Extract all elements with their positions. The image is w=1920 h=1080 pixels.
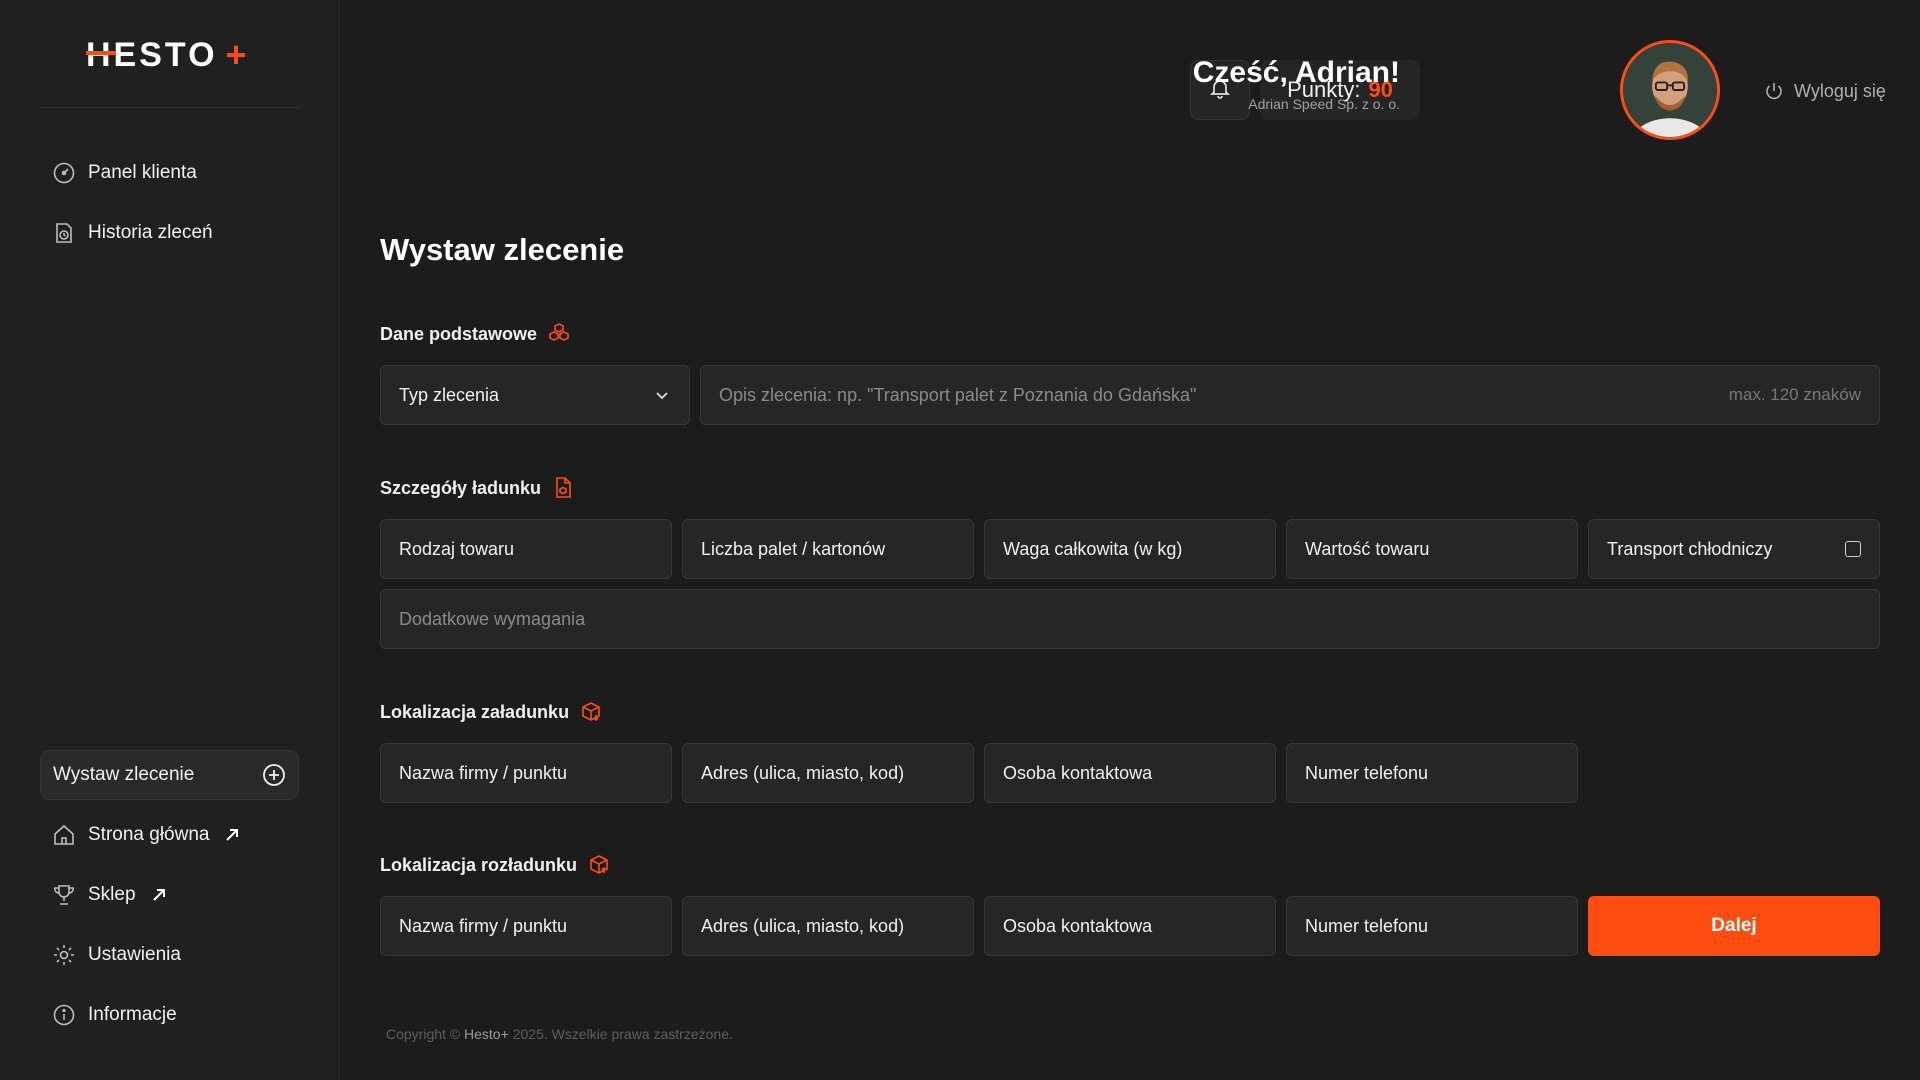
sidebar-item-label: Historia zleceń xyxy=(88,222,213,243)
field-label: Transport chłodniczy xyxy=(1607,538,1773,559)
gear-icon xyxy=(52,943,76,967)
order-description-input[interactable]: Opis zlecenia: np. "Transport palet z Po… xyxy=(700,365,1880,425)
field-label: Rodzaj towaru xyxy=(399,538,515,559)
gauge-icon xyxy=(52,161,76,185)
unloading-phone-input[interactable]: Numer telefonu xyxy=(1286,896,1578,956)
cargo-document-icon xyxy=(551,476,575,500)
sidebar-item-label: Ustawienia xyxy=(88,944,181,965)
sidebar-item-label: Wystaw zlecenie xyxy=(53,764,195,785)
loading-contact-input[interactable]: Osoba kontaktowa xyxy=(984,743,1276,803)
hesto-logo[interactable]: HESTO + xyxy=(86,34,250,75)
field-label: Osoba kontaktowa xyxy=(1003,915,1153,936)
home-icon xyxy=(52,823,76,847)
package-in-icon xyxy=(579,700,603,724)
order-type-select[interactable]: Typ zlecenia xyxy=(380,365,690,425)
cargo-type-input[interactable]: Rodzaj towaru xyxy=(380,519,672,579)
field-label: Osoba kontaktowa xyxy=(1003,762,1153,783)
plus-circle-icon xyxy=(262,763,286,787)
sidebar-item-label: Sklep xyxy=(88,884,136,905)
sidebar-item-label: Informacje xyxy=(88,1004,177,1025)
description-char-limit: max. 120 znaków xyxy=(1728,385,1861,404)
section-cargo-label: Szczegóły ładunku xyxy=(380,476,575,500)
description-placeholder: Opis zlecenia: np. "Transport palet z Po… xyxy=(719,384,1197,405)
sidebar-item-label: Panel klienta xyxy=(88,162,197,183)
field-label: Numer telefonu xyxy=(1305,762,1429,783)
company-name: Adrian Speed Sp. z o. o. xyxy=(1248,96,1400,112)
additional-requirements-placeholder: Dodatkowe wymagania xyxy=(399,608,586,629)
field-label: Waga całkowita (w kg) xyxy=(1003,538,1183,559)
sidebar-divider xyxy=(40,107,299,108)
additional-requirements-input[interactable]: Dodatkowe wymagania xyxy=(380,589,1880,649)
section-basic-label: Dane podstawowe xyxy=(380,322,571,346)
sidebar-item-sklep[interactable]: Sklep xyxy=(40,870,299,920)
unloading-contact-input[interactable]: Osoba kontaktowa xyxy=(984,896,1276,956)
sidebar-item-wystaw-zlecenie[interactable]: Wystaw zlecenie xyxy=(40,750,299,800)
chevron-down-icon xyxy=(653,386,671,404)
total-weight-input[interactable]: Waga całkowita (w kg) xyxy=(984,519,1276,579)
unloading-company-input[interactable]: Nazwa firmy / punktu xyxy=(380,896,672,956)
sidebar-item-informacje[interactable]: Informacje xyxy=(40,990,299,1040)
avatar[interactable] xyxy=(1620,40,1720,140)
package-out-icon xyxy=(587,853,611,877)
field-label: Adres (ulica, miasto, kod) xyxy=(701,915,905,936)
unloading-address-input[interactable]: Adres (ulica, miasto, kod) xyxy=(682,896,974,956)
user-greeting: Cześć, Adrian! Adrian Speed Sp. z o. o. xyxy=(1193,56,1400,112)
trophy-icon xyxy=(52,883,76,907)
sidebar: HESTO + Panel klienta Historia zleceń Wys… xyxy=(0,0,340,1080)
field-label: Numer telefonu xyxy=(1305,915,1429,936)
external-link-icon xyxy=(223,826,241,844)
refrigerated-checkbox[interactable] xyxy=(1845,541,1861,557)
loading-company-input[interactable]: Nazwa firmy / punktu xyxy=(380,743,672,803)
field-label: Wartość towaru xyxy=(1305,538,1430,559)
sidebar-item-ustawienia[interactable]: Ustawienia xyxy=(40,930,299,980)
logout-button[interactable]: Wyloguj się xyxy=(1764,80,1886,102)
order-type-value: Typ zlecenia xyxy=(399,384,500,405)
loading-phone-input[interactable]: Numer telefonu xyxy=(1286,743,1578,803)
cargo-value-input[interactable]: Wartość towaru xyxy=(1286,519,1578,579)
sidebar-item-label: Strona główna xyxy=(88,824,210,845)
pallets-count-input[interactable]: Liczba palet / kartonów xyxy=(682,519,974,579)
footer-prefix: Copyright © xyxy=(386,1026,461,1042)
field-label: Nazwa firmy / punktu xyxy=(399,915,568,936)
field-label: Liczba palet / kartonów xyxy=(701,538,886,559)
next-button[interactable]: Dalej xyxy=(1588,896,1880,956)
field-label: Nazwa firmy / punktu xyxy=(399,762,568,783)
external-link-icon xyxy=(150,886,168,904)
power-icon xyxy=(1764,81,1784,101)
copyright-footer: Copyright © Hesto+ 2025. Wszelkie prawa … xyxy=(386,1026,733,1042)
boxes-icon xyxy=(547,322,571,346)
history-icon xyxy=(52,221,76,245)
sidebar-item-panel-klienta[interactable]: Panel klienta xyxy=(40,148,299,198)
section-unloading-label: Lokalizacja rozładunku xyxy=(380,853,611,877)
footer-suffix: 2025. Wszelkie prawa zastrzeżone. xyxy=(512,1026,733,1042)
sidebar-item-strona-glowna[interactable]: Strona główna xyxy=(40,810,299,860)
loading-address-input[interactable]: Adres (ulica, miasto, kod) xyxy=(682,743,974,803)
info-icon xyxy=(52,1003,76,1027)
section-loading-label: Lokalizacja załadunku xyxy=(380,700,603,724)
logout-label: Wyloguj się xyxy=(1794,80,1886,101)
sidebar-item-historia-zlecen[interactable]: Historia zleceń xyxy=(40,208,299,258)
greeting-text: Cześć, Adrian! xyxy=(1192,56,1400,89)
refrigerated-transport-toggle[interactable]: Transport chłodniczy xyxy=(1588,519,1880,579)
field-label: Adres (ulica, miasto, kod) xyxy=(701,762,905,783)
page-title: Wystaw zlecenie xyxy=(380,232,625,267)
footer-brand[interactable]: Hesto+ xyxy=(464,1026,509,1042)
